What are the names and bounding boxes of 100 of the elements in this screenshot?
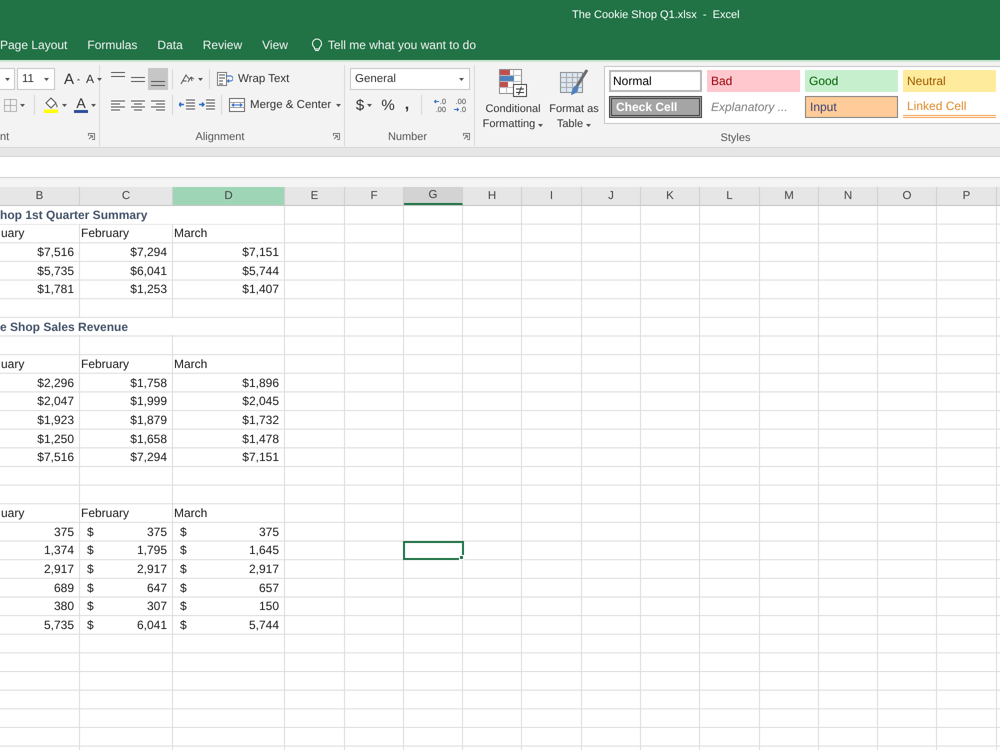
increase-indent-icon — [199, 99, 215, 111]
ribbon-tab[interactable]: Data — [157, 35, 183, 55]
align-middle-icon — [131, 76, 145, 82]
currency-symbol: $ — [180, 598, 187, 614]
currency-symbol: $ — [180, 542, 187, 558]
currency-symbol: $ — [87, 580, 94, 596]
ribbon-tab[interactable]: Review — [202, 35, 242, 55]
caret-icon — [62, 104, 67, 106]
table-cell-text: $7,516 — [36, 449, 75, 466]
currency-format-button[interactable]: $ — [350, 94, 378, 116]
arrow-icon — [434, 98, 439, 104]
conditional-formatting-button[interactable]: Conditional Formatting — [480, 66, 546, 132]
currency-symbol: $ — [180, 580, 187, 596]
align-right-icon — [151, 100, 165, 110]
formula-bar-field[interactable] — [0, 156, 1000, 178]
table-cell-text: $1,999 — [129, 393, 168, 410]
currency-symbol: $ — [180, 616, 187, 633]
table-cell-text: uary — [0, 356, 26, 373]
font-color-button[interactable]: A — [71, 94, 99, 116]
caret-icon — [538, 124, 544, 127]
table-cell-text: $7,151 — [241, 449, 280, 466]
table-cell-text: 375 — [52, 524, 75, 541]
window-title: The Cookie Shop Q1.xlsx - Excel — [572, 9, 740, 21]
currency-symbol: $ — [87, 560, 94, 577]
ribbon-tab[interactable]: View — [262, 35, 288, 55]
table-cell-text: March — [173, 505, 208, 522]
currency-symbol: $ — [180, 560, 187, 577]
table-cell: 647 — [146, 580, 167, 596]
table-brush-icon — [559, 68, 589, 98]
table-cell: 2,917 — [248, 560, 279, 577]
cell-style-item[interactable]: Input — [805, 96, 898, 118]
dialog-launcher-icon[interactable] — [463, 133, 470, 140]
merge-cells-icon — [229, 98, 245, 112]
font-size-dropdown[interactable]: 11 — [17, 68, 55, 90]
table-cell-text: $1,896 — [241, 374, 280, 392]
group-label: Number — [388, 130, 428, 142]
table-cell-text: $5,744 — [241, 262, 280, 280]
table-cell: 2,917 — [136, 560, 167, 577]
format-as-table-button[interactable]: Format as Table — [548, 66, 600, 132]
table-cell: 657 — [258, 580, 279, 596]
number-format-dropdown[interactable]: General — [350, 68, 470, 90]
cell-style-item[interactable]: Good — [805, 70, 898, 92]
dialog-launcher-icon[interactable] — [88, 133, 95, 140]
wrap-text-button[interactable]: Wrap Text — [214, 68, 292, 90]
caret-icon — [4, 78, 10, 80]
caret-icon — [97, 78, 102, 80]
font-name-dropdown[interactable] — [0, 68, 15, 90]
dialog-launcher-icon[interactable] — [333, 133, 340, 140]
cell-style-item[interactable]: Neutral — [903, 70, 996, 92]
table-cell-text: $7,294 — [129, 449, 168, 466]
table-cell-text: $1,781 — [36, 281, 75, 298]
cell-style-item[interactable]: Normal — [609, 70, 702, 92]
table-cell-text: $1,923 — [36, 412, 75, 429]
table-cell-text: February — [80, 356, 130, 373]
table-cell-text: $5,735 — [36, 262, 75, 280]
table-cell-text: 1,374 — [42, 542, 75, 560]
lightbulb-icon — [312, 38, 322, 52]
group-label: nt — [0, 130, 10, 142]
table-cell-text: 380 — [52, 598, 75, 616]
comma-format-button[interactable]: , — [398, 94, 416, 116]
cell-style-item[interactable]: Bad — [707, 70, 800, 92]
currency-symbol: $ — [87, 542, 94, 558]
tell-me-field[interactable]: Tell me what you want to do — [328, 36, 488, 54]
text-angle-icon — [180, 72, 194, 86]
percent-format-button[interactable]: % — [379, 94, 397, 116]
table-cell-text: March — [173, 356, 208, 373]
table-cell-text: $6,041 — [129, 262, 168, 280]
column-header[interactable]: G — [404, 187, 463, 205]
group-label: Alignment — [196, 130, 244, 142]
table-cell-text: $2,296 — [36, 374, 75, 392]
table-cell-text: $2,045 — [241, 393, 280, 410]
align-center-icon — [131, 100, 145, 110]
table-cell-text: $1,478 — [241, 430, 280, 448]
vertical-align-button[interactable] — [148, 68, 168, 90]
ribbon-tab[interactable]: Formulas — [87, 35, 138, 55]
table-cell-text: February — [80, 225, 130, 242]
column-header[interactable]: D — [173, 187, 285, 205]
table-cell: 307 — [146, 598, 167, 614]
caret-icon — [336, 104, 342, 106]
borders-icon — [4, 98, 16, 112]
table-cell-text: $1,758 — [129, 374, 168, 392]
fill-handle[interactable] — [459, 555, 464, 560]
merge-center-button[interactable]: Merge & Center — [226, 94, 344, 116]
group-label: Styles — [720, 132, 750, 144]
table-cell-text: March — [173, 225, 208, 242]
table-cell: 375 — [258, 524, 279, 540]
ribbon-tab[interactable]: Page Layout — [0, 35, 68, 55]
table-cell-text: $1,879 — [129, 412, 168, 429]
currency-symbol: $ — [87, 616, 94, 633]
increase-font-button[interactable]: A — [62, 68, 82, 90]
arrow-icon — [454, 106, 459, 112]
table-cell: 5,744 — [248, 616, 279, 633]
table-cell: 1,795 — [136, 542, 167, 558]
currency-symbol: $ — [180, 524, 187, 540]
table-cell-text: $1,732 — [241, 412, 280, 429]
caret-icon — [77, 78, 80, 80]
table-cell: 150 — [258, 598, 279, 614]
wrap-text-icon — [217, 72, 233, 86]
caret-icon — [20, 104, 24, 106]
decrease-font-button[interactable]: A — [84, 68, 104, 90]
